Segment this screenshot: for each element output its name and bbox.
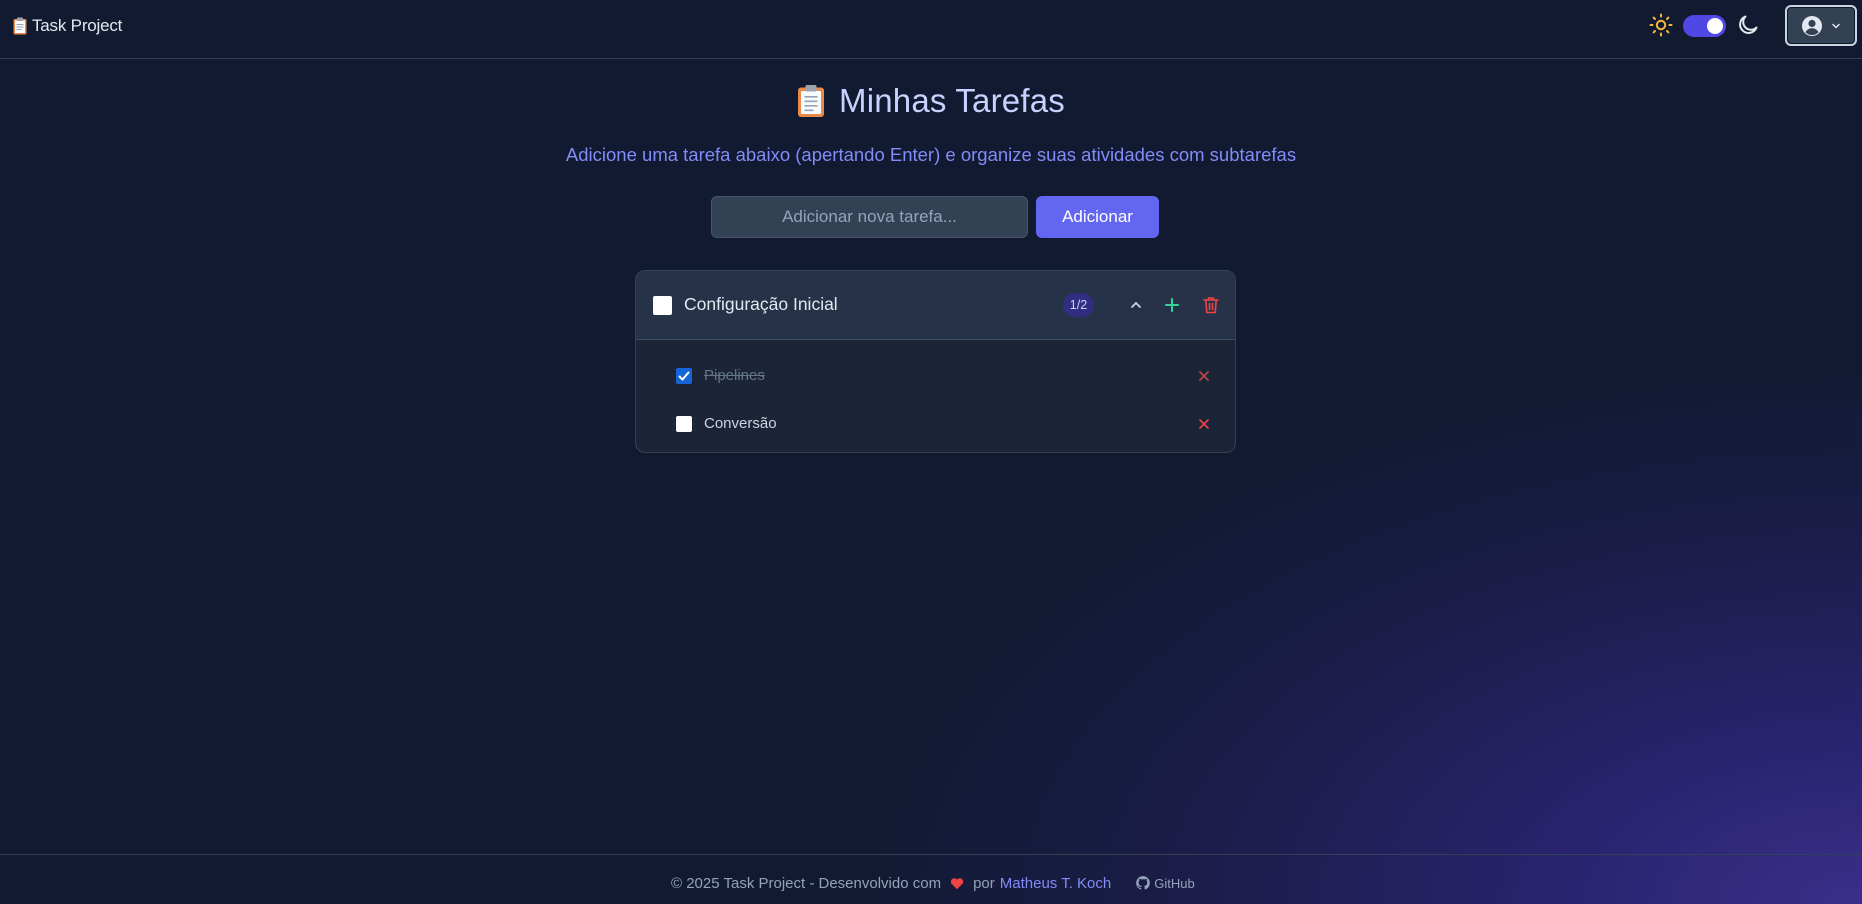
subtask-checkbox[interactable] [676, 368, 692, 384]
close-icon [1199, 419, 1209, 429]
task-checkbox[interactable] [653, 296, 672, 315]
user-menu-button[interactable] [1785, 5, 1857, 46]
delete-task-button[interactable] [1199, 293, 1223, 317]
subtask-label: Conversão [704, 415, 777, 432]
page-title-text: Minhas Tarefas [839, 82, 1065, 119]
add-task-button[interactable]: Adicionar [1036, 196, 1159, 238]
github-icon [1136, 876, 1151, 890]
task-header: Configuração Inicial 1/2 [636, 271, 1235, 340]
brand-link[interactable]: Task Project [13, 14, 122, 38]
toggle-knob [1707, 18, 1723, 34]
trash-icon [1203, 297, 1219, 314]
footer: © 2025 Task Project - Desenvolvido com p… [0, 854, 1862, 904]
github-label: GitHub [1154, 875, 1195, 891]
delete-subtask-button[interactable] [1194, 414, 1214, 434]
footer-by: por [973, 874, 995, 892]
clipboard-icon [13, 17, 27, 35]
subtask-item: Conversão [676, 409, 1216, 439]
subtask-label: Pipelines [704, 367, 765, 384]
brand-name: Task Project [32, 16, 123, 35]
collapse-button[interactable] [1124, 293, 1148, 317]
heart-icon [950, 877, 964, 889]
page-subtitle: Adicione uma tarefa abaixo (apertando En… [565, 144, 1297, 165]
plus-icon [1165, 298, 1179, 312]
footer-copyright: © 2025 Task Project - Desenvolvido com [671, 874, 942, 892]
subtask-progress-badge: 1/2 [1063, 293, 1094, 317]
delete-subtask-button[interactable] [1194, 366, 1214, 386]
clipboard-icon [798, 85, 824, 117]
task-card: Configuração Inicial 1/2 Pipelines Conve… [635, 270, 1236, 453]
user-circle-icon [1802, 15, 1822, 36]
github-link[interactable]: GitHub [1136, 875, 1195, 891]
checkmark-icon [678, 371, 690, 381]
subtask-checkbox[interactable] [676, 416, 692, 432]
author-link[interactable]: Matheus T. Koch [1000, 875, 1111, 892]
close-icon [1199, 371, 1209, 381]
chevron-down-icon [1832, 23, 1840, 29]
chevron-up-icon [1131, 302, 1141, 308]
moon-icon[interactable] [1736, 13, 1760, 37]
new-task-input[interactable] [711, 196, 1028, 238]
page-title: Minhas Tarefas [0, 78, 1862, 124]
theme-toggle[interactable] [1683, 15, 1726, 37]
task-title: Configuração Inicial [684, 294, 838, 314]
footer-credits: © 2025 Task Project - Desenvolvido com p… [671, 873, 1195, 893]
navbar: Task Project [0, 0, 1862, 59]
add-subtask-button[interactable] [1160, 293, 1184, 317]
sun-icon[interactable] [1649, 13, 1673, 37]
subtask-item: Pipelines [676, 361, 1216, 391]
